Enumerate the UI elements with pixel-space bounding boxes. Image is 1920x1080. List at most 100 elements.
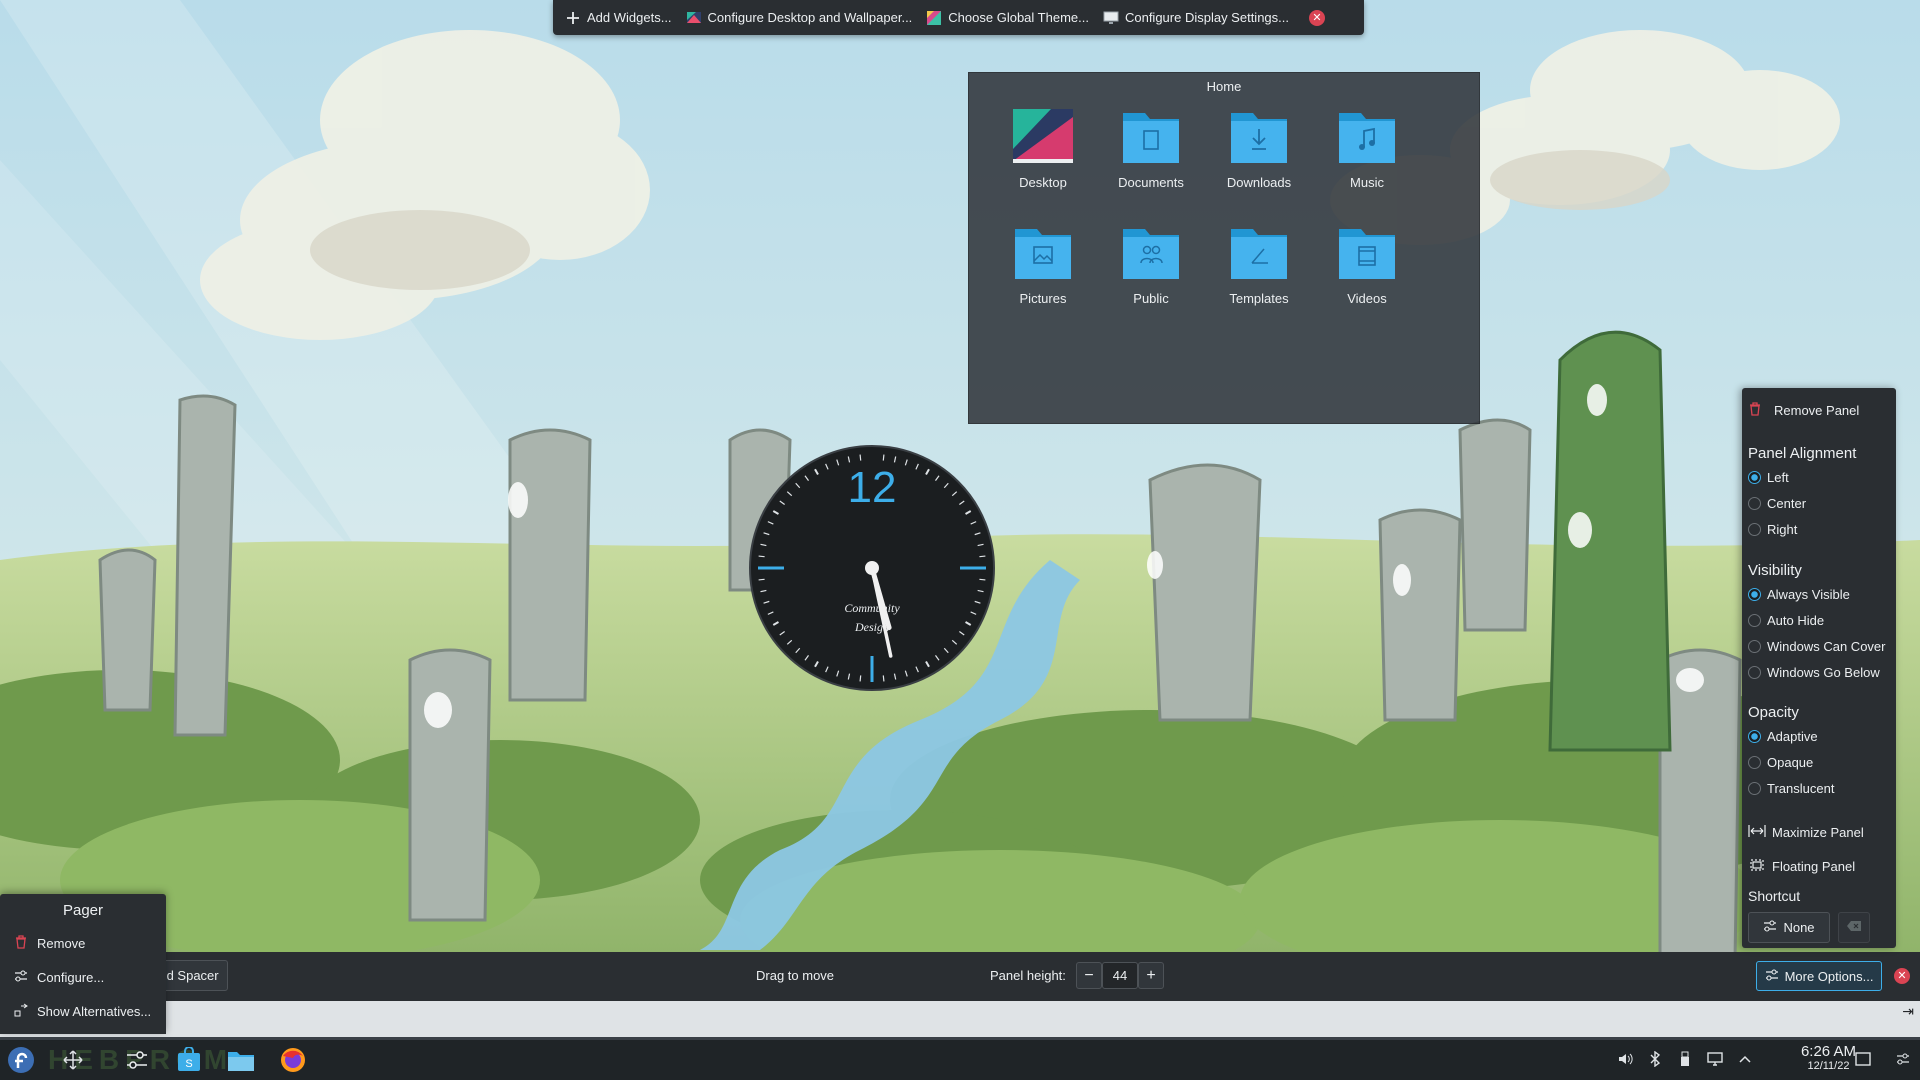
- pager-widget[interactable]: [56, 1044, 90, 1078]
- clear-shortcut-button[interactable]: [1838, 912, 1870, 943]
- shortcut-button[interactable]: None: [1748, 912, 1830, 943]
- increase-height-button[interactable]: +: [1138, 962, 1164, 989]
- settings-sliders-icon: [125, 1050, 149, 1073]
- network-icon[interactable]: [1706, 1050, 1724, 1068]
- alignment-left-label: Left: [1767, 470, 1789, 485]
- widget-configure-item[interactable]: Configure...: [0, 960, 166, 994]
- videos-folder-icon: [1339, 229, 1395, 279]
- theme-icon: [926, 10, 942, 26]
- opacity-translucent-radio[interactable]: Translucent: [1748, 781, 1890, 796]
- app-launcher-button[interactable]: [4, 1044, 38, 1078]
- settings-sliders-icon: [1765, 969, 1779, 984]
- opacity-opaque-label: Opaque: [1767, 755, 1814, 770]
- maximize-panel-label: Maximize Panel: [1772, 825, 1864, 840]
- folder-item-documents[interactable]: Documents: [1097, 109, 1205, 225]
- clock-minor-tick: [758, 555, 765, 558]
- folder-item-public[interactable]: Public: [1097, 225, 1205, 341]
- panel-size-ruler[interactable]: ⇥: [0, 1001, 1920, 1037]
- remove-panel-label: Remove Panel: [1774, 403, 1860, 418]
- radio-indicator: [1748, 640, 1761, 653]
- drag-to-move-label: Drag to move: [756, 968, 835, 983]
- folder-item-music[interactable]: Music: [1313, 109, 1421, 225]
- more-options-button[interactable]: More Options...: [1756, 961, 1882, 991]
- task-file-manager[interactable]: [224, 1044, 258, 1078]
- widget-show-alternatives-item[interactable]: Show Alternatives...: [0, 994, 166, 1028]
- radio-indicator: [1748, 588, 1761, 601]
- floating-panel-button[interactable]: Floating Panel: [1748, 858, 1890, 875]
- alignment-right-radio[interactable]: Right: [1748, 522, 1890, 537]
- visibility-heading: Visibility: [1748, 562, 1802, 579]
- folder-item-label: Documents: [1118, 175, 1184, 190]
- remove-panel-button[interactable]: Remove Panel: [1748, 402, 1890, 419]
- visibility-always-visible-radio[interactable]: Always Visible: [1748, 587, 1890, 602]
- decrease-height-button[interactable]: −: [1076, 962, 1102, 989]
- choose-global-theme-label: Choose Global Theme...: [948, 10, 1089, 25]
- widget-remove-label: Remove: [37, 935, 86, 951]
- expand-tray-chevron-icon[interactable]: [1736, 1050, 1754, 1068]
- floating-panel-label: Floating Panel: [1772, 859, 1856, 874]
- device-notifier-icon[interactable]: [1676, 1050, 1694, 1068]
- clock-minor-tick: [979, 555, 986, 558]
- folder-item-label: Music: [1350, 175, 1384, 190]
- panel-options-menu: Remove Panel Panel Alignment Left Center…: [1742, 388, 1896, 948]
- folder-item-templates[interactable]: Templates: [1205, 225, 1313, 341]
- radio-indicator: [1748, 471, 1761, 484]
- panel-alignment-heading: Panel Alignment: [1748, 445, 1857, 462]
- visibility-windows-go-below-radio[interactable]: Windows Go Below: [1748, 665, 1890, 680]
- configure-desktop-label: Configure Desktop and Wallpaper...: [707, 10, 913, 25]
- more-options-label: More Options...: [1784, 968, 1874, 984]
- task-discover[interactable]: S: [172, 1044, 206, 1078]
- alignment-center-radio[interactable]: Center: [1748, 496, 1890, 511]
- folder-item-downloads[interactable]: Downloads: [1205, 109, 1313, 225]
- templates-folder-icon: [1231, 229, 1287, 279]
- panel-height-field[interactable]: 44: [1102, 962, 1138, 989]
- add-widgets-button[interactable]: Add Widgets...: [565, 10, 672, 26]
- radio-indicator: [1748, 756, 1761, 769]
- folder-item-desktop[interactable]: Desktop: [989, 109, 1097, 225]
- alignment-center-label: Center: [1767, 496, 1807, 511]
- trash-icon: [14, 934, 28, 952]
- folder-item-label: Desktop: [1019, 175, 1067, 190]
- widget-menu-title: Pager: [62, 902, 104, 919]
- opacity-heading: Opacity: [1748, 704, 1799, 721]
- visibility-auto-hide-radio[interactable]: Auto Hide: [1748, 613, 1890, 628]
- add-widgets-label: Add Widgets...: [587, 10, 672, 25]
- documents-folder-icon: [1123, 113, 1179, 163]
- close-edit-mode-button[interactable]: ✕: [1309, 9, 1325, 26]
- clock-minor-tick: [882, 454, 885, 461]
- desktop-folder-icon: [1013, 109, 1073, 163]
- volume-icon[interactable]: [1616, 1050, 1634, 1068]
- widget-configure-label: Configure...: [37, 969, 105, 985]
- folder-item-pictures[interactable]: Pictures: [989, 225, 1097, 341]
- visibility-windows-can-cover-label: Windows Can Cover: [1767, 639, 1886, 654]
- choose-global-theme-button[interactable]: Choose Global Theme...: [926, 10, 1089, 26]
- bluetooth-icon[interactable]: [1646, 1050, 1664, 1068]
- panel-settings-icon[interactable]: [1894, 1050, 1912, 1068]
- close-panel-config-button[interactable]: ✕: [1894, 968, 1910, 984]
- folder-item-videos[interactable]: Videos: [1313, 225, 1421, 341]
- opacity-adaptive-radio[interactable]: Adaptive: [1748, 729, 1890, 744]
- clock-minor-tick: [859, 675, 862, 682]
- opacity-opaque-radio[interactable]: Opaque: [1748, 755, 1890, 770]
- widget-remove-item[interactable]: Remove: [0, 926, 166, 960]
- configure-display-button[interactable]: Configure Display Settings...: [1103, 10, 1289, 26]
- wallpaper-icon: [686, 10, 702, 26]
- ruler-handle-icon[interactable]: ⇥: [1902, 1003, 1914, 1020]
- svg-text:S: S: [185, 1058, 192, 1070]
- firefox-icon: [279, 1046, 307, 1077]
- task-firefox[interactable]: [276, 1044, 310, 1078]
- radio-indicator: [1748, 730, 1761, 743]
- clock-brand-line1: Community: [844, 601, 900, 615]
- pager-widget-menu: Pager Remove Configure... Show Alternati…: [0, 894, 166, 1034]
- shortcut-heading: Shortcut: [1748, 888, 1801, 904]
- visibility-windows-can-cover-radio[interactable]: Windows Can Cover: [1748, 639, 1890, 654]
- maximize-panel-button[interactable]: Maximize Panel: [1748, 824, 1890, 841]
- task-system-settings[interactable]: [120, 1044, 154, 1078]
- show-desktop-icon[interactable]: [1854, 1050, 1872, 1068]
- shortcut-settings-icon: [1763, 920, 1777, 935]
- visibility-auto-hide-label: Auto Hide: [1767, 613, 1825, 628]
- alignment-left-radio[interactable]: Left: [1748, 470, 1890, 485]
- configure-desktop-button[interactable]: Configure Desktop and Wallpaper...: [686, 10, 913, 26]
- digital-clock[interactable]: 6:26 AM 12/11/22: [1801, 1044, 1856, 1073]
- public-folder-icon: [1123, 229, 1179, 279]
